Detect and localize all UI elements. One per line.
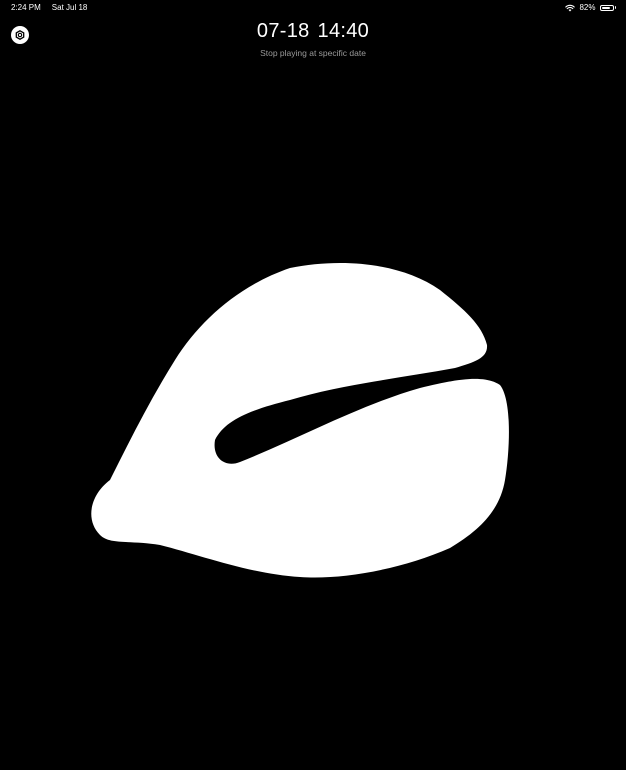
app-screen: 2:24 PM Sat Jul 18 82% 07-18 14:40 Stop … — [0, 0, 626, 770]
artwork-blob — [91, 263, 509, 578]
artwork-shape — [91, 263, 509, 578]
